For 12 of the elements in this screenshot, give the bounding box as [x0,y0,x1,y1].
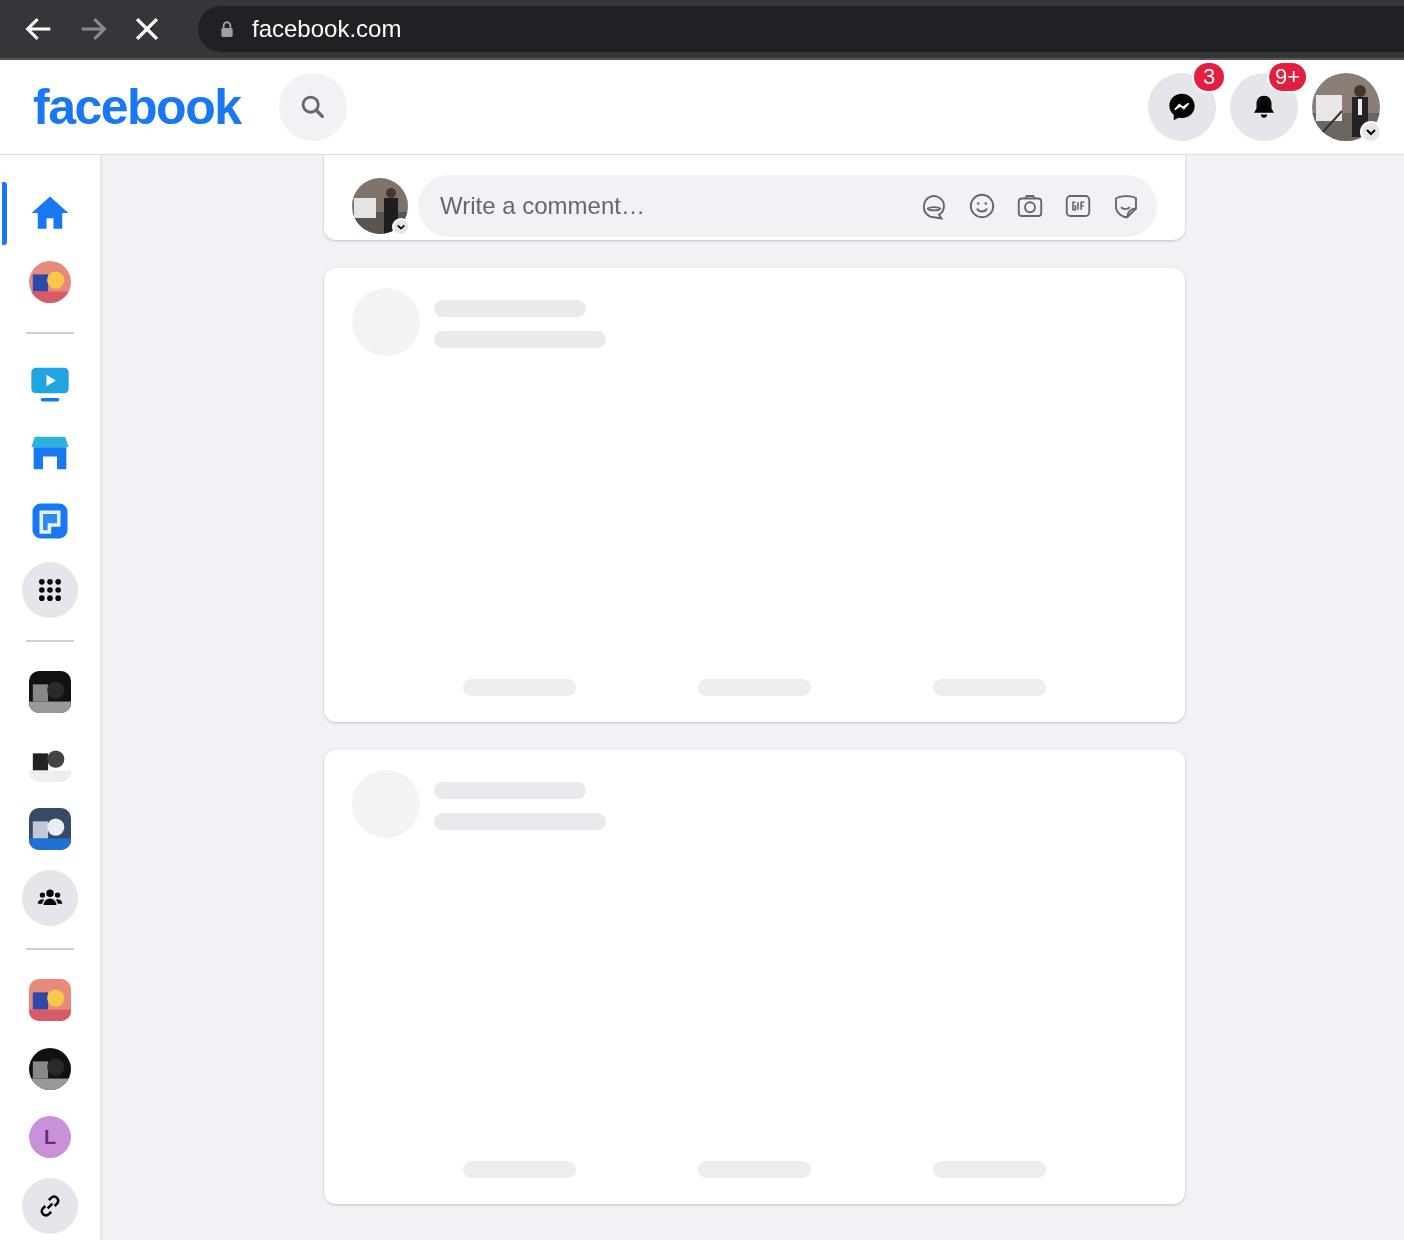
address-bar[interactable]: facebook.com [198,6,1404,52]
notification-badge: 3 [1192,61,1226,93]
url-text: facebook.com [252,15,402,43]
chevron-icon[interactable] [392,218,410,236]
logo[interactable]: facebook [33,78,241,136]
letter-avatar[interactable]: L [29,1116,71,1159]
comment-field[interactable]: Write a comment… [438,191,901,221]
messenger-icon [1166,91,1198,123]
emoji-icon[interactable] [967,191,997,221]
comment-box[interactable]: Write a comment… [418,175,1157,237]
lock-icon [220,20,234,38]
notification-badge: 9+ [1266,61,1308,93]
